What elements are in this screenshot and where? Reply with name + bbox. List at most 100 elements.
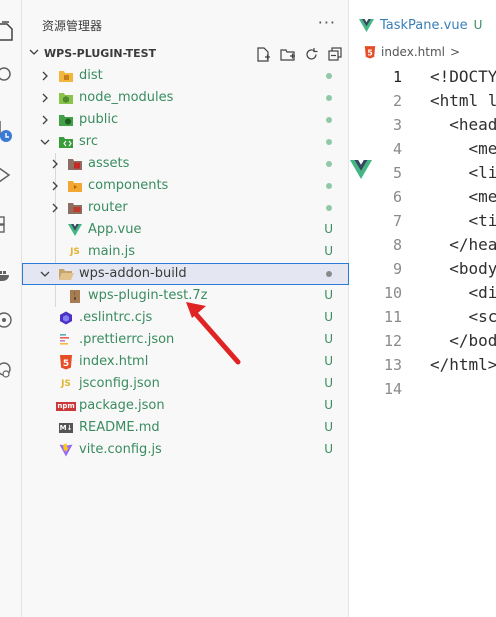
source-control-icon[interactable] (0, 120, 22, 144)
npm-icon: npm (56, 401, 76, 411)
breadcrumb-separator: > (449, 45, 461, 59)
docker-icon[interactable] (0, 262, 22, 286)
folder-open-icon (58, 266, 74, 282)
more-actions-icon[interactable]: ··· (318, 13, 336, 32)
line-number: 5 (392, 164, 402, 182)
project-actions (254, 45, 345, 63)
tree-item-public[interactable]: public (22, 109, 349, 131)
tree-item-wps-addon-build[interactable]: wps-addon-build (22, 263, 349, 285)
chevron-right-icon (49, 158, 61, 174)
tree-item-label: package.json (79, 398, 165, 413)
new-folder-icon[interactable] (278, 45, 297, 63)
line-number: 2 (392, 92, 402, 110)
tree-item-main-js[interactable]: JS main.js U (22, 241, 349, 263)
prettier-icon (58, 332, 74, 348)
tree-item-router[interactable]: router (22, 197, 349, 219)
file-tree: dist node_modules public src assets comp… (22, 65, 349, 461)
breadcrumb: 5 index.html > (364, 45, 460, 59)
modified-dot (326, 95, 332, 101)
line-number: 7 (392, 212, 402, 230)
tree-item-assets[interactable]: assets (22, 153, 349, 175)
tree-item-label: .eslintrc.cjs (79, 310, 153, 325)
project-name: WPS-PLUGIN-TEST (44, 47, 157, 60)
collapse-all-icon[interactable] (326, 45, 345, 63)
untracked-status: U (324, 288, 333, 302)
tree-item-label: App.vue (88, 222, 142, 237)
js-icon: JS (70, 247, 80, 257)
svg-text:5: 5 (63, 359, 69, 369)
modified-dot (326, 139, 332, 145)
tree-item-node-modules[interactable]: node_modules (22, 87, 349, 109)
tree-item-package-json[interactable]: npm package.json U (22, 395, 349, 417)
chevron-right-icon (49, 202, 61, 218)
folder-node-icon (58, 90, 74, 106)
tree-item-jsconfig[interactable]: JS jsconfig.json U (22, 373, 349, 395)
extensions-icon[interactable] (0, 212, 22, 236)
html-icon: 5 (364, 45, 376, 58)
line-number: 1 (392, 68, 402, 86)
code-text: <li (430, 163, 496, 182)
new-file-icon[interactable] (254, 45, 273, 63)
tree-item-src[interactable]: src (22, 131, 349, 153)
untracked-status: U (324, 376, 333, 390)
vue-icon (67, 222, 83, 238)
tree-item-label: vite.config.js (79, 442, 162, 457)
svg-text:5: 5 (367, 48, 372, 57)
chevron-down-icon (39, 136, 51, 152)
folder-components-icon (67, 178, 83, 194)
code-line: 10 <di (350, 282, 496, 306)
tab-label: TaskPane.vue (380, 17, 468, 33)
tree-item-label: components (88, 178, 169, 193)
tree-item-label: assets (88, 156, 130, 171)
folder-src-icon (58, 134, 74, 150)
search-icon[interactable] (0, 64, 22, 88)
code-text: <html l (430, 91, 496, 110)
refresh-icon[interactable] (302, 45, 321, 63)
code-line: 12 </bod (350, 330, 496, 354)
remote-explorer-icon[interactable] (0, 308, 22, 332)
untracked-status: U (324, 332, 333, 346)
code-text: </bod (430, 331, 496, 350)
code-line: 6 <me (350, 186, 496, 210)
tree-item-label: .prettierrc.json (79, 332, 175, 347)
tree-item-label: public (79, 112, 119, 127)
folder-dist-icon (58, 68, 74, 84)
untracked-status: U (324, 420, 333, 434)
explorer-icon[interactable] (0, 20, 22, 44)
breadcrumb-file[interactable]: index.html (381, 45, 445, 59)
code-text: </hea (430, 235, 496, 254)
editor-tab[interactable]: TaskPane.vue U (350, 14, 496, 36)
tree-item-readme[interactable]: M↓ README.md U (22, 417, 349, 439)
code-text: <ti (430, 211, 496, 230)
code-line: 3 <head (350, 114, 496, 138)
tree-item-label: wps-addon-build (79, 266, 187, 281)
run-debug-icon[interactable] (0, 163, 22, 187)
settings-sync-icon[interactable] (0, 358, 22, 382)
code-editor[interactable]: 1 <!DOCTY 2 <html l3 <head 4 <me 5 <li 6 <me 7 … (350, 66, 496, 402)
modified-dot (326, 73, 332, 79)
code-text: </html> (430, 355, 496, 374)
tree-item-components[interactable]: components (22, 175, 349, 197)
tree-item-dist[interactable]: dist (22, 65, 349, 87)
code-line: 14 (350, 378, 496, 402)
untracked-status: U (324, 244, 333, 258)
line-number: 3 (392, 116, 402, 134)
code-line: 4 <me (350, 138, 496, 162)
tree-item-app-vue[interactable]: App.vue U (22, 219, 349, 241)
project-header[interactable]: WPS-PLUGIN-TEST (22, 44, 349, 64)
archive-icon (67, 288, 83, 304)
chevron-down-icon (39, 268, 51, 284)
tree-item-label: dist (79, 68, 103, 83)
folder-public-icon (58, 112, 74, 128)
code-line: 1 <!DOCTY (350, 66, 496, 90)
tree-item-vite-config[interactable]: vite.config.js U (22, 439, 349, 461)
modified-dot (326, 117, 332, 123)
tree-item-label: main.js (88, 244, 135, 259)
line-number: 6 (392, 188, 402, 206)
folder-router-icon (67, 200, 83, 216)
tree-item-label: jsconfig.json (79, 376, 160, 391)
untracked-status: U (324, 442, 333, 456)
code-text: <di (430, 283, 496, 302)
code-line: 9 <body (350, 258, 496, 282)
chevron-right-icon (39, 114, 51, 130)
